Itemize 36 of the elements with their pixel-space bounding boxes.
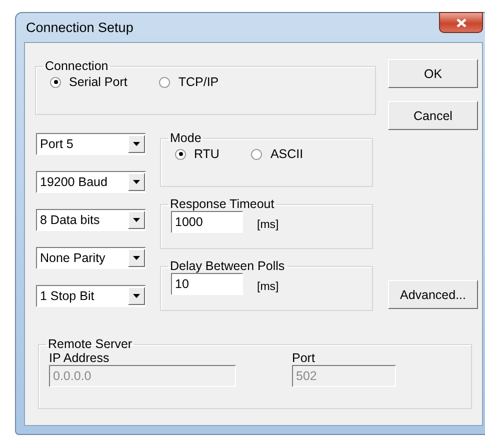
radio-button[interactable]: TCP/IP [159,75,219,89]
caret-icon [133,142,140,146]
dialog-button[interactable]: Cancel [388,101,478,130]
group-label: Response Timeout [169,197,276,211]
dialog-button[interactable]: Advanced... [388,280,478,309]
group-label: Delay Between Polls [169,259,286,273]
radio-button[interactable]: RTU [175,147,220,161]
caret-icon [133,294,140,298]
dropdown-button[interactable] [128,249,145,267]
dropdown[interactable]: 19200 Baud [36,171,146,193]
dropdown-button[interactable] [128,211,145,229]
caret-icon [133,256,140,260]
dropdown-button[interactable] [128,135,145,153]
dropdown-button[interactable] [128,287,145,305]
caret-icon [133,218,140,222]
field-label: IP Address [49,351,110,365]
group-label: Remote Server [47,337,134,351]
field-label: Port [292,351,316,365]
unit-label: [ms] [257,219,279,233]
radio-button[interactable]: Serial Port [50,75,128,89]
group-label: Mode [169,131,202,145]
group-label: Connection [44,59,110,73]
window-title: Connection Setup [25,20,134,35]
close-icon [456,18,466,28]
dropdown-button[interactable] [128,173,145,191]
dropdown[interactable]: None Parity [36,247,146,269]
dialog-button[interactable]: OK [388,59,478,88]
close-button[interactable] [439,12,483,33]
unit-label: [ms] [257,281,279,295]
dropdown[interactable]: 8 Data bits [36,209,146,231]
input-field[interactable]: 1000 [171,211,243,233]
dropdown[interactable]: 1 Stop Bit [36,285,146,307]
input-field[interactable]: 10 [171,273,243,295]
dropdown[interactable]: Port 5 [36,133,146,155]
radio-button[interactable]: ASCII [251,147,304,161]
caret-icon [133,180,140,184]
